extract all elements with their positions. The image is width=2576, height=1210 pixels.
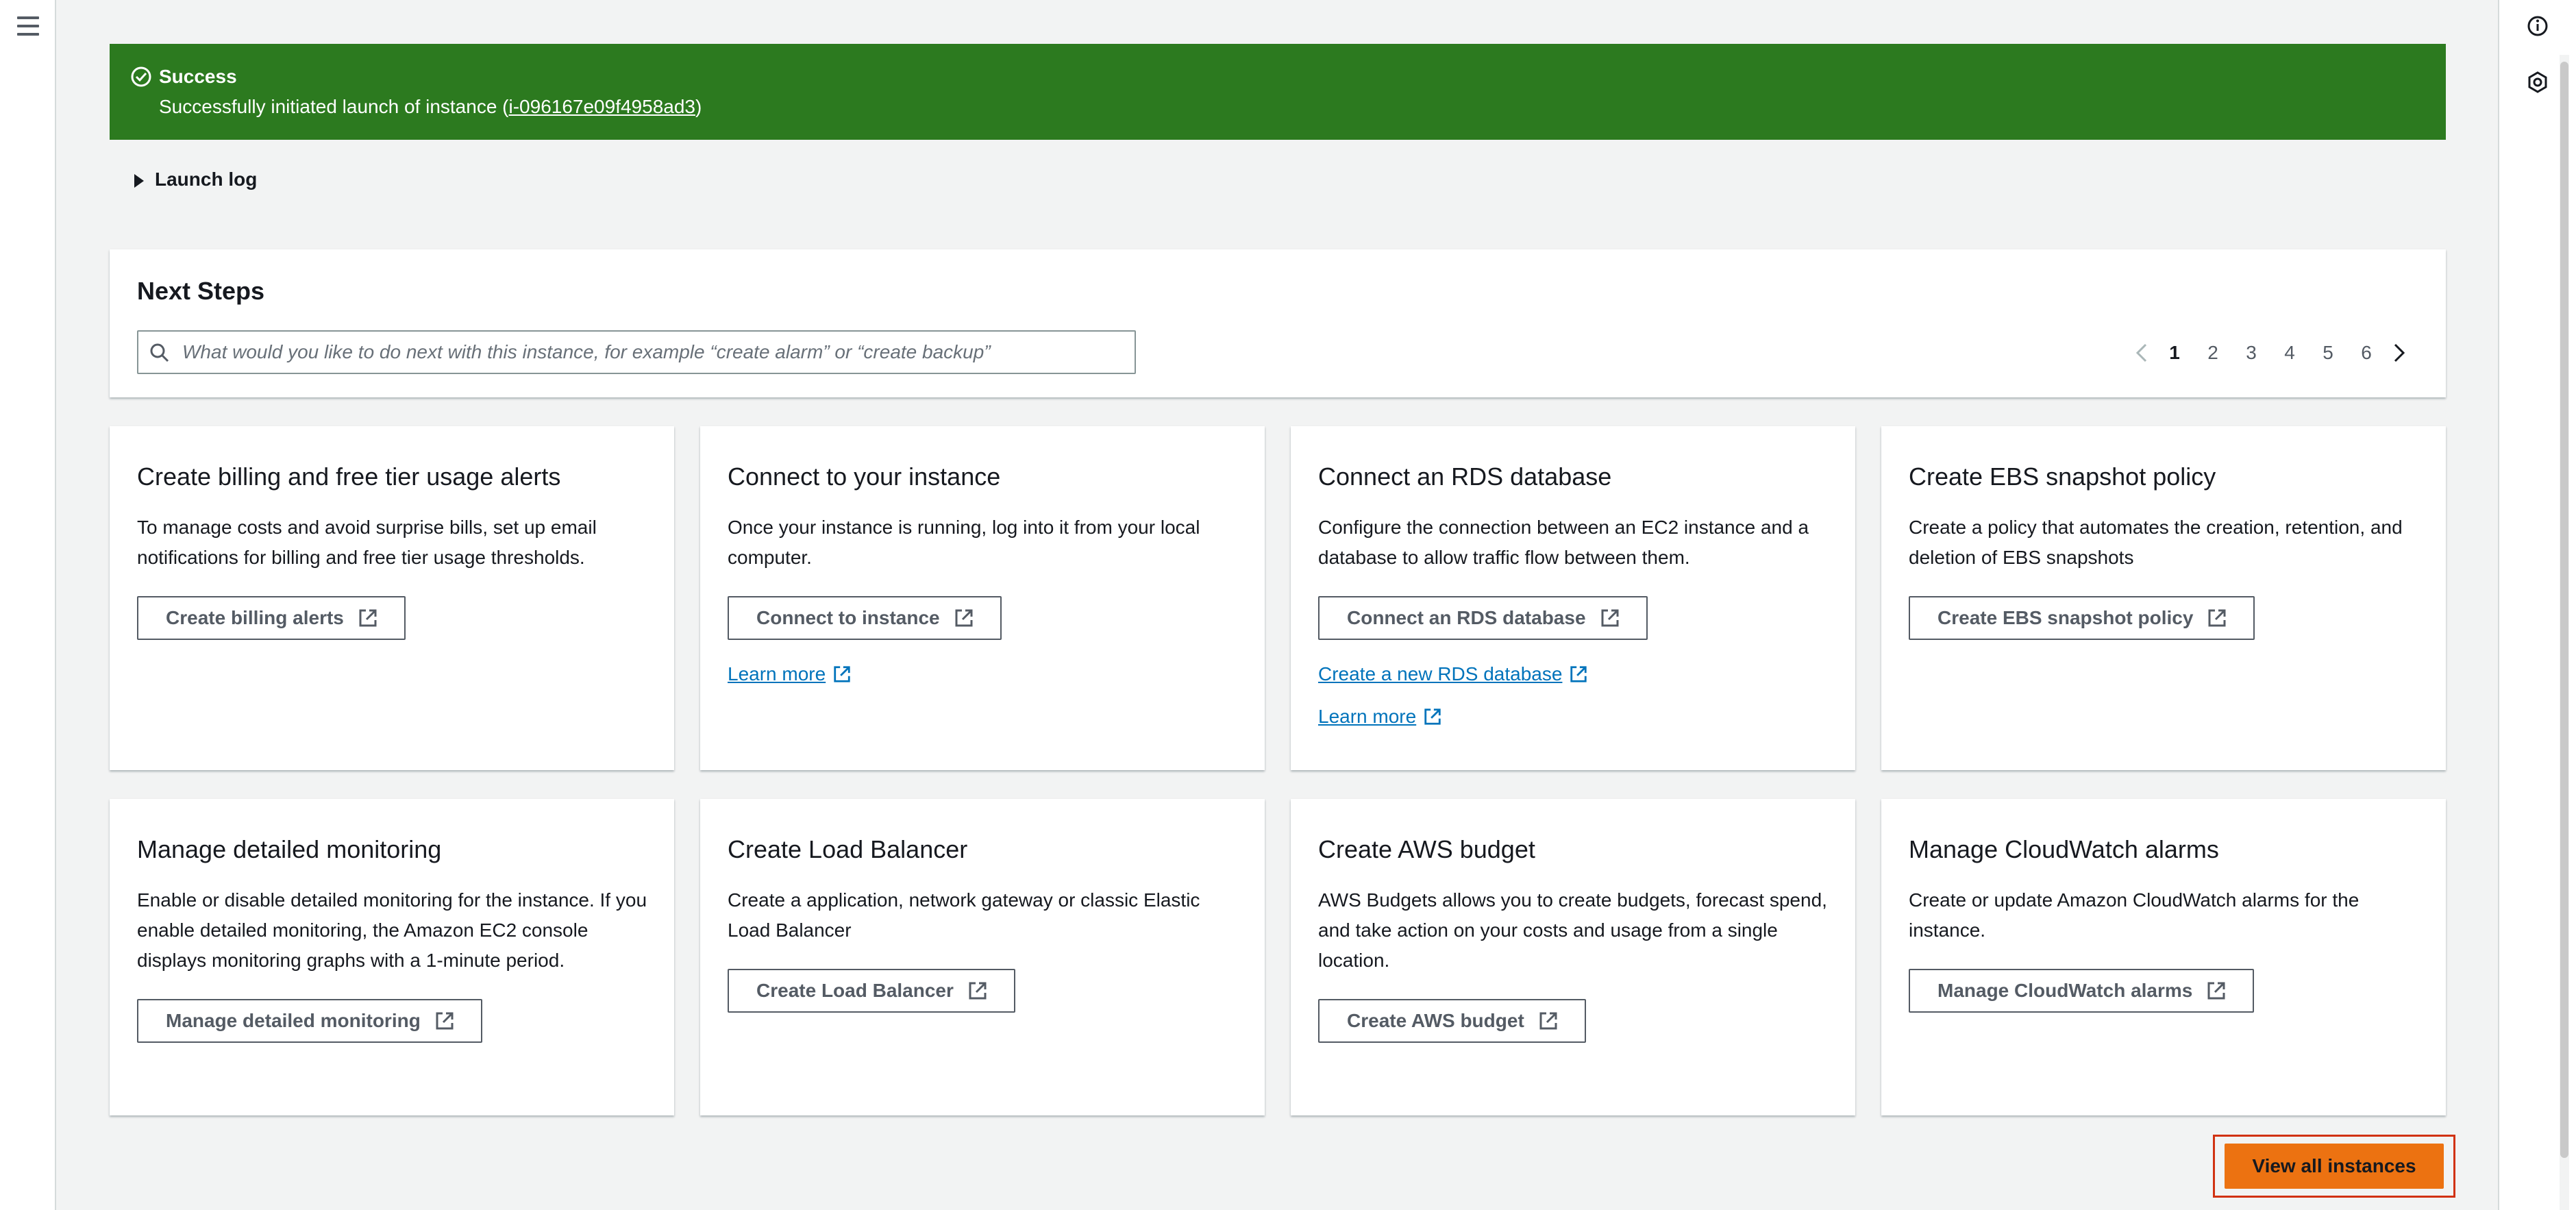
flash-title: Success <box>159 66 237 87</box>
card-description: Create a application, network gateway or… <box>728 889 1200 941</box>
flash-message-suffix: ) <box>695 96 702 117</box>
card-description: AWS Budgets allows you to create budgets… <box>1318 889 1827 971</box>
learn-more-link[interactable]: Learn more <box>728 663 852 685</box>
button-label: Create billing alerts <box>166 607 344 628</box>
external-link-icon <box>2208 609 2226 627</box>
create-billing-alerts-button[interactable]: Create billing alerts <box>137 596 406 640</box>
card-title: Create EBS snapshot policy <box>1909 462 2216 491</box>
button-label: Manage CloudWatch alarms <box>1937 980 2193 1001</box>
previous-page-button[interactable] <box>2128 339 2155 367</box>
card-description: Enable or disable detailed monitoring fo… <box>137 889 647 971</box>
launch-log-label: Launch log <box>155 169 258 190</box>
manage-cloudwatch-alarms-button[interactable]: Manage CloudWatch alarms <box>1909 969 2255 1013</box>
page-4[interactable]: 4 <box>2270 342 2309 364</box>
card-aws-budget: Create AWS budget AWS Budgets allows you… <box>1291 799 1855 1115</box>
external-link-icon <box>1570 666 1587 682</box>
card-description: Create or update Amazon CloudWatch alarm… <box>1909 889 2360 941</box>
next-page-button[interactable] <box>2386 339 2413 367</box>
caret-right-icon <box>134 173 144 188</box>
search-input[interactable] <box>181 336 1126 369</box>
card-load-balancer: Create Load Balancer Create a applicatio… <box>700 799 1265 1115</box>
card-title: Connect an RDS database <box>1318 462 1612 491</box>
gear-icon[interactable] <box>2523 67 2553 97</box>
card-title: Create billing and free tier usage alert… <box>137 462 561 491</box>
card-title: Create AWS budget <box>1318 835 1535 863</box>
card-description: To manage costs and avoid surprise bills… <box>137 517 597 568</box>
card-title: Manage detailed monitoring <box>137 835 442 863</box>
chevron-right-icon <box>2394 343 2405 362</box>
link-label: Learn more <box>1318 706 1417 727</box>
external-link-icon <box>834 666 850 682</box>
external-link-icon <box>1539 1012 1557 1030</box>
create-load-balancer-button[interactable]: Create Load Balancer <box>728 969 1015 1013</box>
pagination: 1 2 3 4 5 6 <box>2128 336 2413 370</box>
view-all-instances-highlight: View all instances <box>2213 1135 2455 1198</box>
flash-message: Successfully initiated launch of instanc… <box>159 93 2446 121</box>
next-steps-title: Next Steps <box>137 277 265 305</box>
card-description: Configure the connection between an EC2 … <box>1318 517 1809 568</box>
page-3[interactable]: 3 <box>2232 342 2270 364</box>
external-link-icon <box>969 982 987 1000</box>
card-connect-rds: Connect an RDS database Configure the co… <box>1291 426 1855 770</box>
external-link-icon <box>1601 609 1619 627</box>
card-ebs-snapshot-policy: Create EBS snapshot policy Create a poli… <box>1881 426 2446 770</box>
card-description: Once your instance is running, log into … <box>728 517 1200 568</box>
card-title: Connect to your instance <box>728 462 1001 491</box>
launch-log-expander[interactable]: Launch log <box>134 169 257 190</box>
external-link-icon <box>2207 982 2225 1000</box>
instance-id-link[interactable]: i-096167e09f4958ad3 <box>509 96 695 117</box>
create-aws-budget-button[interactable]: Create AWS budget <box>1318 999 1586 1043</box>
link-label: Learn more <box>728 663 826 684</box>
button-label: Connect an RDS database <box>1347 607 1586 628</box>
success-flashbar: Success Successfully initiated launch of… <box>110 44 2446 140</box>
hamburger-menu-icon[interactable] <box>17 16 39 36</box>
external-link-icon <box>436 1012 454 1030</box>
create-new-rds-database-link[interactable]: Create a new RDS database <box>1318 663 1588 685</box>
button-label: Create EBS snapshot policy <box>1937 607 2194 628</box>
page-6[interactable]: 6 <box>2347 342 2386 364</box>
card-cloudwatch-alarms: Manage CloudWatch alarms Create or updat… <box>1881 799 2446 1115</box>
chevron-left-icon <box>2135 343 2147 362</box>
connect-to-instance-button[interactable]: Connect to instance <box>728 596 1002 640</box>
search-icon <box>150 343 169 362</box>
page-2[interactable]: 2 <box>2194 342 2232 364</box>
button-label: Manage detailed monitoring <box>166 1010 421 1031</box>
card-connect-instance: Connect to your instance Once your insta… <box>700 426 1265 770</box>
info-icon[interactable] <box>2523 11 2553 41</box>
create-ebs-snapshot-policy-button[interactable]: Create EBS snapshot policy <box>1909 596 2255 640</box>
card-description: Create a policy that automates the creat… <box>1909 517 2403 568</box>
next-steps-search[interactable] <box>137 330 1136 374</box>
check-circle-icon <box>131 66 151 87</box>
next-steps-panel: Next Steps 1 2 3 4 5 6 <box>110 249 2446 397</box>
external-link-icon <box>955 609 973 627</box>
card-billing-alerts: Create billing and free tier usage alert… <box>110 426 674 770</box>
external-link-icon <box>359 609 377 627</box>
card-detailed-monitoring: Manage detailed monitoring Enable or dis… <box>110 799 674 1115</box>
button-label: Connect to instance <box>756 607 940 628</box>
flash-message-prefix: Successfully initiated launch of instanc… <box>159 96 509 117</box>
left-nav-rail <box>0 0 56 1210</box>
scrollbar-thumb[interactable] <box>2560 62 2568 1158</box>
manage-detailed-monitoring-button[interactable]: Manage detailed monitoring <box>137 999 482 1043</box>
card-title: Create Load Balancer <box>728 835 968 863</box>
card-title: Manage CloudWatch alarms <box>1909 835 2219 863</box>
page-5[interactable]: 5 <box>2309 342 2347 364</box>
connect-rds-database-button[interactable]: Connect an RDS database <box>1318 596 1648 640</box>
external-link-icon <box>1424 708 1441 725</box>
view-all-instances-button[interactable]: View all instances <box>2225 1144 2444 1189</box>
learn-more-link[interactable]: Learn more <box>1318 706 1442 728</box>
page-1[interactable]: 1 <box>2155 342 2194 364</box>
button-label: Create Load Balancer <box>756 980 954 1001</box>
link-label: Create a new RDS database <box>1318 663 1563 684</box>
button-label: Create AWS budget <box>1347 1010 1524 1031</box>
